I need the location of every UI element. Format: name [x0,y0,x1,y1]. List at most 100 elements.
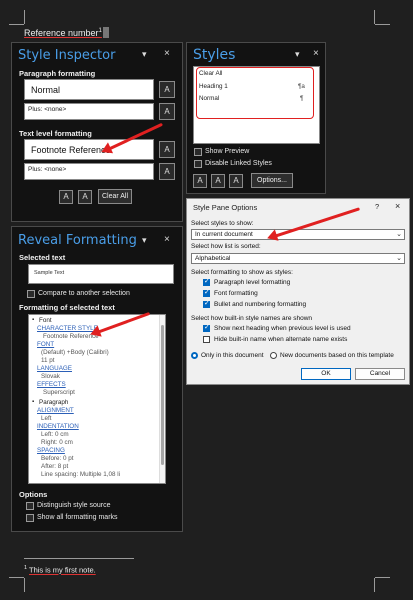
styles-menu-icon[interactable]: ▾ [295,49,300,60]
footnote[interactable]: 1 This is my first note. [24,565,96,575]
style-inspector-icon[interactable]: A [211,174,225,188]
reference-text-label: Reference number [24,28,99,38]
builtin-names-label: Select how built-in style names are show… [191,315,313,322]
bullet-numbering-checkbox[interactable] [203,299,210,308]
disable-linked-label: Disable Linked Styles [205,160,272,167]
paragraph-formatting-label: Paragraph formatting [19,69,96,78]
hide-builtin-label: Hide built-in name when alternate name e… [214,336,348,343]
tree-alignment-value: Left [41,415,52,422]
dialog-title: Style Pane Options [193,203,258,212]
dialog-close-icon[interactable]: × [395,201,400,211]
tree-language-value: Slovak [41,373,60,380]
disable-linked-checkbox[interactable] [194,160,202,168]
cancel-button[interactable]: Cancel [355,368,405,380]
chevron-down-icon: ⌄ [396,231,402,238]
collapse-icon[interactable]: ▪ [32,317,34,323]
new-style-icon[interactable]: A [59,190,73,204]
styles-close-icon[interactable]: × [313,48,319,59]
tree-indent-left-value: Left: 0 cm [41,431,69,438]
new-documents-label: New documents based on this template [280,352,394,359]
distinguish-style-label: Distinguish style source [37,502,111,509]
new-style-icon[interactable]: A [193,174,207,188]
chevron-down-icon: ⌄ [396,255,402,262]
distinguish-style-checkbox[interactable] [26,502,34,510]
paragraph-plus-box: Plus: <none> [24,103,154,120]
show-next-heading-checkbox[interactable] [203,323,210,332]
footnote-number: 1 [24,565,28,571]
reveal-close-icon[interactable]: × [164,234,170,245]
reset-text-icon[interactable]: A [159,141,175,158]
text-style-box[interactable]: Footnote Reference [24,139,154,160]
tree-effects-link[interactable]: EFFECTS [37,381,66,388]
clear-text-icon[interactable]: A [159,163,175,180]
footnote-separator [24,558,134,559]
reveal-menu-icon[interactable]: ▾ [142,235,147,246]
tree-line-spacing-value: Line spacing: Multiple 1,08 li [41,471,121,478]
compare-checkbox[interactable] [27,290,35,298]
collapse-icon[interactable]: ▪ [32,399,34,405]
tree-alignment-link[interactable]: ALIGNMENT [37,407,74,414]
paragraph-mark-icon: ¶ [300,95,304,102]
style-item-heading-1[interactable]: Heading 1 [199,83,228,90]
tree-paragraph-header: Paragraph [39,399,69,406]
crop-mark-bottom-right-h [375,577,390,578]
options-label: Options [19,490,48,499]
formatting-styles-label: Select formatting to show as styles: [191,269,293,276]
style-inspector-title: Style Inspector [18,48,116,63]
crop-mark-top-right [374,10,375,24]
only-this-document-label: Only in this document [201,352,264,359]
sort-select[interactable]: Alphabetical ⌄ [191,253,405,264]
crop-mark-top-left-h [9,24,24,25]
sample-text: Sample Text [34,270,65,276]
tree-indent-right-value: Right: 0 cm [41,439,73,446]
select-styles-label: Select styles to show: [191,220,254,227]
crop-mark-bottom-left [24,578,25,592]
tree-spacing-before-value: Before: 0 pt [41,455,74,462]
only-this-document-radio[interactable] [191,352,198,359]
formatting-of-selected-label: Formatting of selected text [19,303,115,312]
tree-font-link[interactable]: FONT [37,341,54,348]
options-button[interactable]: Options... [251,173,293,188]
selected-text-label: Selected text [19,253,66,262]
paragraph-style-box[interactable]: Normal [24,79,154,100]
tree-effects-value: Superscript [43,389,75,396]
tree-language-link[interactable]: LANGUAGE [37,365,72,372]
font-formatting-checkbox[interactable] [203,288,210,297]
sort-value: Alphabetical [195,255,231,262]
crop-mark-top-left [24,10,25,24]
sample-text-box: Sample Text [28,264,174,284]
reset-paragraph-icon[interactable]: A [159,81,175,98]
bullet-numbering-label: Bullet and numbering formatting [214,301,307,308]
pane-menu-icon[interactable]: ▾ [142,49,147,60]
crop-mark-top-right-h [375,24,390,25]
show-all-marks-checkbox[interactable] [26,514,34,522]
font-formatting-label: Font formatting [214,290,258,297]
sort-label: Select how list is sorted: [191,243,261,250]
scrollbar-thumb[interactable] [161,325,164,465]
show-preview-checkbox[interactable] [194,148,202,156]
tree-font-value: (Default) +Body (Calibri) [41,349,109,356]
tree-scrollbar[interactable] [159,315,165,483]
text-level-formatting-label: Text level formatting [19,129,92,138]
clear-paragraph-icon[interactable]: A [159,103,175,120]
manage-styles-icon[interactable]: A [229,174,243,188]
show-next-heading-label: Show next heading when previous level is… [214,325,351,332]
help-icon[interactable]: ? [375,202,379,211]
hide-builtin-checkbox[interactable] [203,336,210,343]
style-item-clear-all[interactable]: Clear All [199,70,222,77]
show-preview-label: Show Preview [205,148,250,155]
ok-button[interactable]: OK [301,368,351,380]
new-documents-radio[interactable] [270,352,277,359]
clear-all-button[interactable]: Clear All [98,189,132,204]
tree-spacing-link[interactable]: SPACING [37,447,65,454]
paragraph-style-value: Normal [31,85,61,95]
styles-to-show-select[interactable]: In current document ⌄ [191,229,405,240]
styles-title: Styles [193,47,236,63]
tree-indentation-link[interactable]: INDENTATION [37,423,79,430]
paragraph-level-checkbox[interactable] [203,277,210,286]
reveal-formatting-icon[interactable]: A [78,190,92,204]
formatting-tree: ▪ Font CHARACTER STYLE Footnote Referenc… [28,314,166,484]
close-icon[interactable]: × [164,48,170,59]
style-item-normal[interactable]: Normal [199,95,219,102]
reference-text[interactable]: Reference number1 [24,27,109,38]
